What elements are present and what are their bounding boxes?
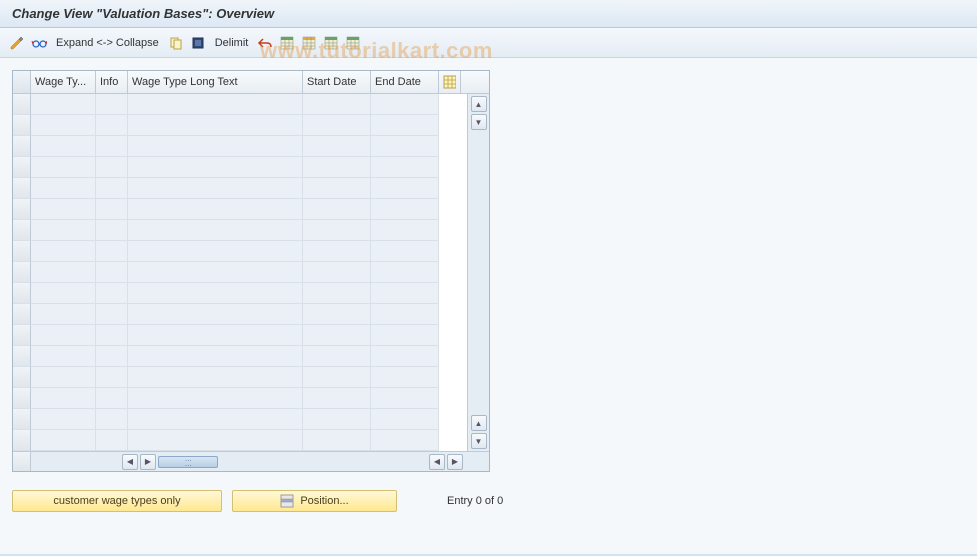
scroll-up-icon[interactable]: ▲ (471, 415, 487, 431)
table-row[interactable] (13, 430, 467, 451)
table-corner[interactable] (13, 71, 31, 93)
table-row[interactable] (13, 115, 467, 136)
scroll-left-icon[interactable]: ◀ (429, 454, 445, 470)
table-row[interactable] (13, 262, 467, 283)
column-header-enddate[interactable]: End Date (371, 71, 439, 93)
table-row[interactable] (13, 136, 467, 157)
scroll-down-icon[interactable]: ▼ (471, 433, 487, 449)
select-all-icon[interactable] (189, 34, 207, 52)
table-row[interactable] (13, 367, 467, 388)
table-body (13, 94, 467, 451)
page-title: Change View "Valuation Bases": Overview (0, 0, 977, 28)
table-row[interactable] (13, 178, 467, 199)
customer-wage-types-button[interactable]: customer wage types only (12, 490, 222, 512)
column-header-wagetype[interactable]: Wage Ty... (31, 71, 96, 93)
table-row[interactable] (13, 283, 467, 304)
scroll-right-icon[interactable]: ▶ (140, 454, 156, 470)
table-row[interactable] (13, 304, 467, 325)
table-row[interactable] (13, 241, 467, 262)
scroll-down-icon[interactable]: ▼ (471, 114, 487, 130)
copy-icon[interactable] (167, 34, 185, 52)
table-row[interactable] (13, 94, 467, 115)
undo-icon[interactable] (256, 34, 274, 52)
table-row[interactable] (13, 325, 467, 346)
position-icon (280, 494, 294, 508)
scroll-left-icon[interactable]: ◀ (122, 454, 138, 470)
vertical-scrollbar[interactable]: ▲ ▼ ▲ ▼ (467, 94, 489, 451)
expand-collapse-button[interactable]: Expand <-> Collapse (52, 37, 163, 49)
table-green-icon-2[interactable] (322, 34, 340, 52)
column-header-startdate[interactable]: Start Date (303, 71, 371, 93)
data-table: Wage Ty... Info Wage Type Long Text Star… (12, 70, 490, 472)
entry-count: Entry 0 of 0 (447, 495, 503, 507)
bottom-controls: customer wage types only Position... Ent… (12, 490, 965, 512)
scroll-up-icon[interactable]: ▲ (471, 96, 487, 112)
table-row[interactable] (13, 157, 467, 178)
delimit-button[interactable]: Delimit (211, 37, 253, 49)
table-row[interactable] (13, 388, 467, 409)
table-row[interactable] (13, 199, 467, 220)
horizontal-scrollbar[interactable]: ◀ ▶ ◀ ▶ (13, 451, 489, 471)
position-button[interactable]: Position... (232, 490, 397, 512)
table-green-icon-1[interactable] (278, 34, 296, 52)
change-icon[interactable] (8, 34, 26, 52)
column-header-info[interactable]: Info (96, 71, 128, 93)
content-area: Wage Ty... Info Wage Type Long Text Star… (0, 58, 977, 554)
table-row[interactable] (13, 409, 467, 430)
glasses-icon[interactable] (30, 34, 48, 52)
table-header: Wage Ty... Info Wage Type Long Text Star… (13, 71, 489, 94)
table-green-icon-3[interactable] (344, 34, 362, 52)
scroll-right-icon[interactable]: ▶ (447, 454, 463, 470)
table-settings-icon[interactable] (439, 71, 461, 93)
toolbar: Expand <-> Collapse Delimit (0, 28, 977, 58)
table-orange-icon[interactable] (300, 34, 318, 52)
table-row[interactable] (13, 220, 467, 241)
scroll-thumb[interactable] (158, 456, 218, 468)
table-row[interactable] (13, 346, 467, 367)
position-button-label: Position... (300, 495, 348, 507)
column-header-longtext[interactable]: Wage Type Long Text (128, 71, 303, 93)
